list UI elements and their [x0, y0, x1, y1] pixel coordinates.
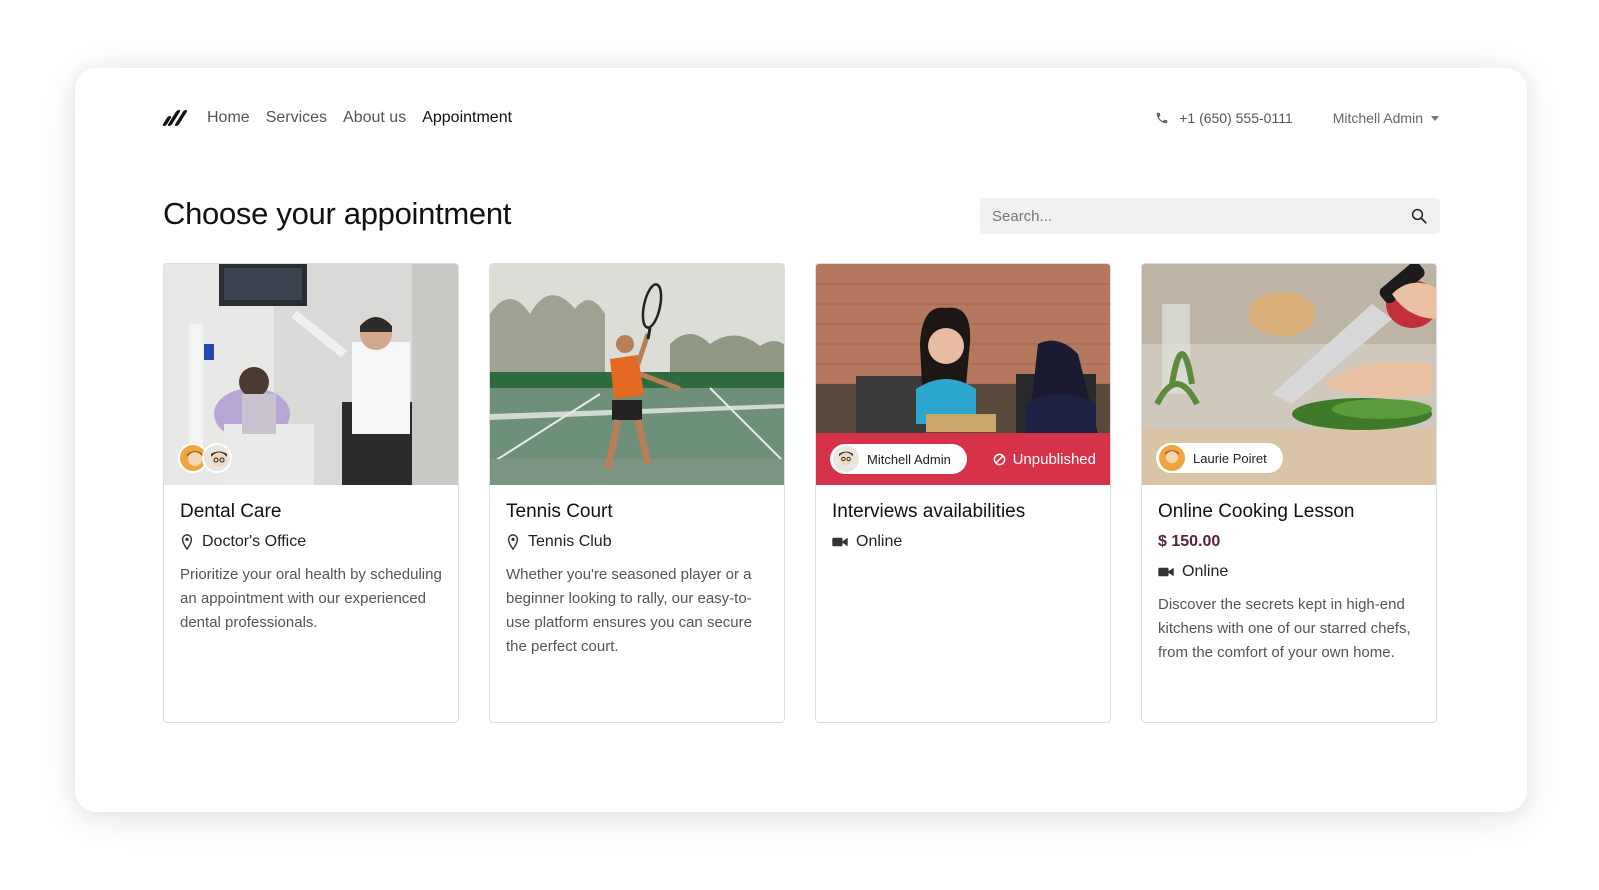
staff-pill: Mitchell Admin	[830, 444, 967, 474]
card-location-label: Doctor's Office	[202, 533, 307, 550]
appointment-card-interviews[interactable]: Mitchell Admin Unpublished Interviews av…	[815, 263, 1111, 723]
card-description: Discover the secrets kept in high-end ki…	[1158, 596, 1411, 661]
nav-right: +1 (650) 555-0111 Mitchell Admin	[1155, 110, 1439, 126]
map-marker-icon	[181, 534, 193, 550]
user-name: Mitchell Admin	[1332, 110, 1423, 126]
avatar	[1159, 445, 1185, 471]
staff-name: Laurie Poiret	[1193, 450, 1267, 466]
nav-link-home[interactable]: Home	[207, 109, 250, 127]
chevron-down-icon	[1431, 115, 1439, 121]
card-location: Doctor's Office	[180, 533, 442, 551]
card-image-interview: Mitchell Admin Unpublished	[816, 264, 1110, 485]
appointment-card-tennis-court[interactable]: Tennis Court Tennis Club Whether you're …	[489, 263, 785, 723]
card-price: $ 150.00	[1158, 533, 1221, 550]
user-menu[interactable]: Mitchell Admin	[1333, 110, 1439, 126]
staff-avatars	[178, 443, 232, 473]
top-navbar: Home Services About us Appointment +1 (6…	[161, 104, 1439, 132]
phone-link[interactable]: +1 (650) 555-0111	[1155, 110, 1293, 126]
card-mode: Online	[1158, 563, 1420, 581]
unpublished-badge: Unpublished	[993, 451, 1096, 468]
card-image-tennis	[490, 264, 784, 485]
avatar	[202, 443, 232, 473]
card-mode-label: Online	[856, 533, 903, 550]
search-input[interactable]	[992, 207, 1410, 225]
phone-number: +1 (650) 555-0111	[1179, 110, 1293, 126]
phone-icon	[1156, 112, 1168, 124]
card-badge-bar: Mitchell Admin Unpublished	[816, 433, 1110, 485]
video-camera-icon	[1158, 567, 1174, 577]
appointment-cards: Dental Care Doctor's Office Prioritize y…	[163, 263, 1437, 723]
card-image-dental	[164, 264, 458, 485]
video-camera-icon	[832, 537, 848, 547]
nav-link-appointment[interactable]: Appointment	[422, 109, 512, 127]
staff-name: Mitchell Admin	[867, 451, 951, 467]
card-location-label: Tennis Club	[528, 533, 612, 550]
card-description: Whether you're seasoned player or a begi…	[506, 566, 752, 655]
app-window: Home Services About us Appointment +1 (6…	[75, 68, 1527, 812]
card-title: Interviews availabilities	[832, 501, 1026, 522]
card-title: Dental Care	[180, 501, 282, 522]
card-image-cooking: Laurie Poiret	[1142, 264, 1436, 485]
card-mode-label: Online	[1182, 563, 1229, 580]
search-icon[interactable]	[1410, 207, 1428, 225]
status-label: Unpublished	[1012, 450, 1096, 468]
search-bar	[980, 198, 1440, 234]
card-description: Prioritize your oral health by schedulin…	[180, 566, 442, 631]
card-mode: Online	[832, 533, 1094, 551]
logo[interactable]	[161, 110, 188, 126]
card-title: Tennis Court	[506, 501, 613, 522]
map-marker-icon	[507, 534, 519, 550]
appointment-card-cooking-lesson[interactable]: Laurie Poiret Online Cooking Lesson $ 15…	[1141, 263, 1437, 723]
staff-pill: Laurie Poiret	[1156, 443, 1283, 473]
appointment-card-dental-care[interactable]: Dental Care Doctor's Office Prioritize y…	[163, 263, 459, 723]
card-location: Tennis Club	[506, 533, 768, 551]
nav-link-services[interactable]: Services	[266, 109, 327, 127]
ban-icon	[993, 453, 1005, 465]
avatar	[833, 446, 859, 472]
nav-link-about-us[interactable]: About us	[343, 109, 406, 127]
nav-links: Home Services About us Appointment	[207, 109, 512, 127]
card-title: Online Cooking Lesson	[1158, 501, 1355, 522]
page-title: Choose your appointment	[163, 196, 512, 231]
